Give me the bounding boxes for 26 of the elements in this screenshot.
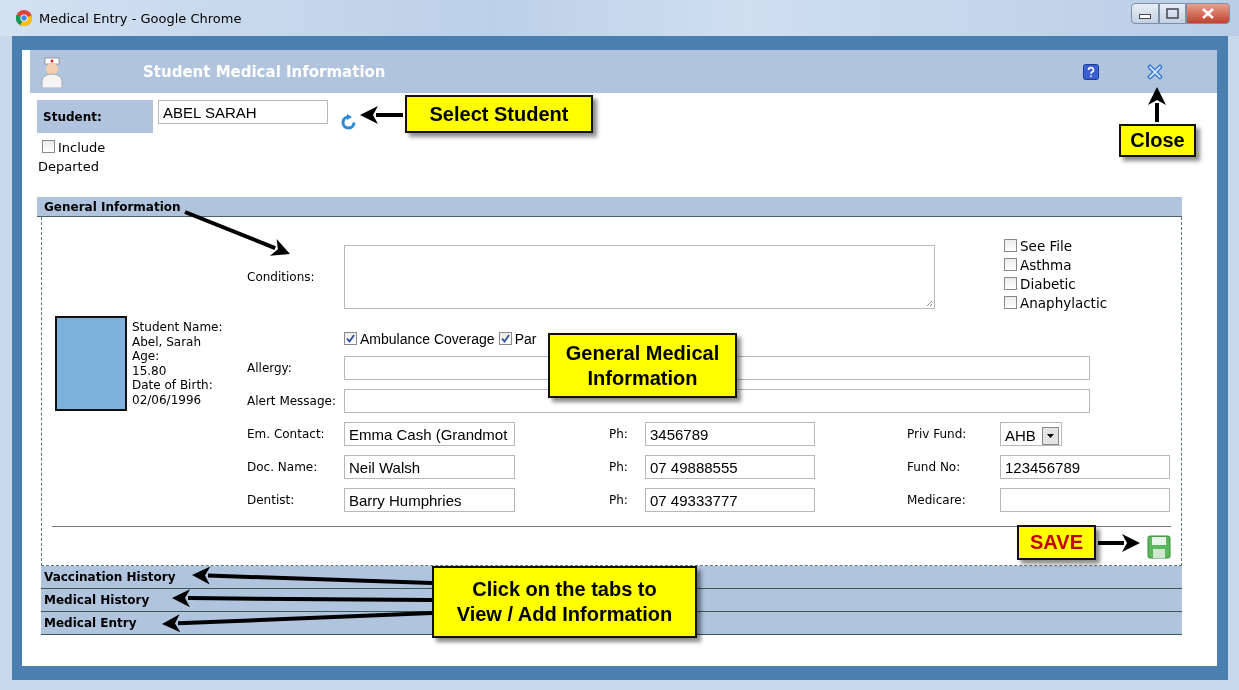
callout-tooltip: Close bbox=[1119, 124, 1196, 157]
field-label: Em. Contact: bbox=[247, 427, 326, 441]
field-label: Priv Fund: bbox=[907, 427, 968, 441]
field-label: Dentist: bbox=[247, 493, 296, 507]
field-label: Doc. Name: bbox=[247, 460, 319, 474]
profile-value: 02/06/1996 bbox=[132, 392, 203, 408]
profile-value: Abel, Sarah bbox=[132, 334, 203, 350]
field-label: Conditions: bbox=[247, 270, 316, 284]
profile-label: Date of Birth: bbox=[132, 378, 214, 393]
callout-tooltip: SAVE bbox=[1017, 525, 1096, 560]
field-label: Medicare: bbox=[907, 493, 967, 507]
profile-value: 15.80 bbox=[132, 363, 168, 379]
field-label: Allergy: bbox=[247, 361, 293, 375]
callout-tooltip: General Medical Information bbox=[548, 333, 737, 398]
page-title: Student Medical Information bbox=[143, 62, 387, 81]
callout-tooltip: Select Student bbox=[405, 95, 593, 133]
field-label: Fund No: bbox=[907, 460, 962, 474]
callout-tooltip: Click on the tabs to View / Add Information bbox=[432, 566, 697, 638]
field-label: Ph: bbox=[609, 493, 629, 507]
field-label: Ph: bbox=[609, 427, 629, 441]
window-title: Medical Entry - Google Chrome bbox=[39, 10, 243, 26]
field-label: Alert Message: bbox=[247, 394, 337, 408]
student-label: Student: bbox=[37, 100, 153, 133]
profile-label: Student Name: bbox=[132, 320, 223, 335]
field-label: Ph: bbox=[609, 460, 629, 474]
profile-label: Age: bbox=[132, 349, 161, 364]
